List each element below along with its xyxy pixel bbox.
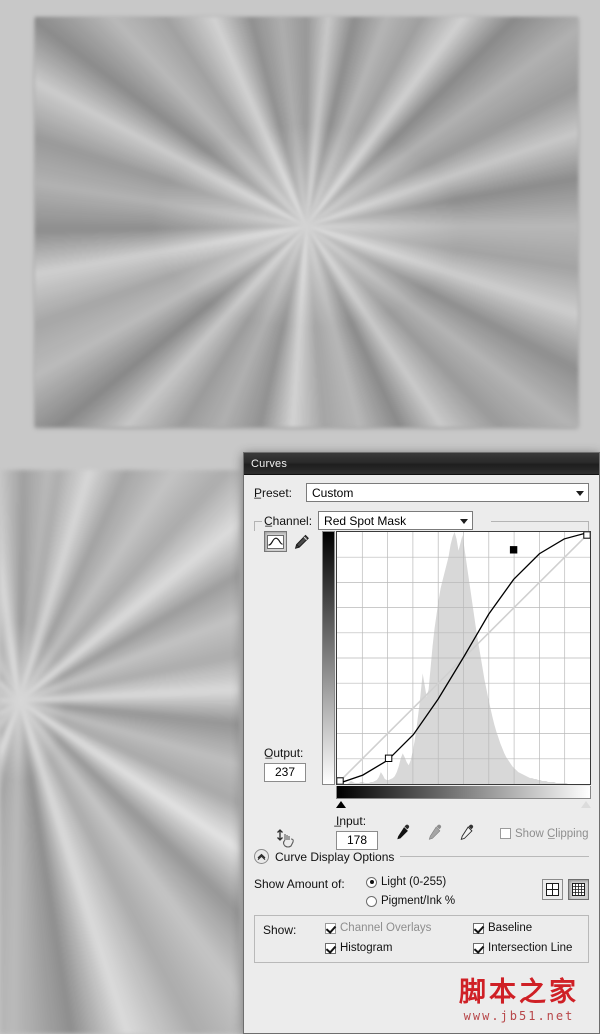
curve-edit-tool-button[interactable]: [264, 531, 287, 552]
checkbox-box: [473, 942, 484, 954]
detailed-grid-button[interactable]: [568, 879, 589, 900]
simple-grid-icon: [546, 883, 559, 896]
input-gradient-bar: [336, 786, 591, 799]
checkbox-histogram-label: Histogram: [340, 942, 393, 954]
channel-label: C̲hannel:: [264, 513, 313, 528]
curve-icon: [267, 534, 284, 549]
groupbox-edge-left: [254, 521, 255, 531]
output-field[interactable]: 237: [264, 763, 306, 782]
chevron-down-icon: [576, 490, 584, 496]
checkbox-baseline-label: Baseline: [488, 922, 533, 934]
dialog-title: Curves: [251, 458, 288, 470]
preset-label: P̲reset:: [254, 485, 293, 500]
white-point-slider[interactable]: [581, 801, 591, 808]
groupbox-rule-right: [491, 521, 589, 522]
radio-button: [366, 876, 377, 888]
dialog-titlebar[interactable]: Curves: [244, 453, 599, 475]
checkbox-intersection-line-label: Intersection Line: [488, 942, 573, 954]
simple-grid-button[interactable]: [542, 879, 563, 900]
preset-row: P̲reset: Custom: [254, 483, 589, 502]
curves-dialog: Curves P̲reset: Custom C̲hannel: Red Spo…: [243, 452, 600, 1034]
checkbox-channel-overlays[interactable]: Channel Overlays: [325, 922, 473, 934]
header-divider: [400, 856, 589, 857]
show-label: Show:: [263, 923, 297, 937]
groupbox-edge-right: [588, 521, 589, 531]
show-amount-of-row: Show Amount of: Light (0-255) Pigment/In…: [254, 876, 589, 907]
preview-image-top: [35, 17, 578, 427]
pencil-draw-tool-button[interactable]: [290, 531, 313, 552]
input-field[interactable]: 178: [336, 831, 378, 850]
on-image-adjust-tool-icon[interactable]: [276, 826, 300, 850]
radio-light[interactable]: Light (0-255): [366, 876, 455, 888]
chevron-down-icon: [460, 518, 469, 524]
checkbox-box: [325, 942, 336, 954]
detailed-grid-icon: [572, 883, 585, 896]
checkbox-baseline[interactable]: Baseline: [473, 922, 580, 934]
channel-value: Red Spot Mask: [324, 513, 407, 528]
curve-plot-svg[interactable]: [337, 532, 590, 784]
output-label: O̲utput:: [264, 746, 304, 760]
preview-image-bottom-left: [0, 470, 240, 1034]
black-point-eyedropper-icon[interactable]: [394, 823, 412, 841]
gray-point-eyedropper-icon[interactable]: [426, 823, 444, 841]
checkbox-intersection-line[interactable]: Intersection Line: [473, 942, 580, 954]
show-clipping-label: Show C̲lipping: [515, 827, 589, 840]
curve-display-options-header[interactable]: Curve Display Options: [254, 849, 589, 864]
channel-row: C̲hannel: Red Spot Mask: [254, 511, 589, 531]
radio-pigment-ink-label: Pigment/Ink %: [381, 895, 456, 907]
radio-light-label: Light (0-255): [381, 876, 447, 888]
checkbox-histogram[interactable]: Histogram: [325, 942, 473, 954]
white-point-eyedropper-icon[interactable]: [458, 823, 476, 841]
input-label: I̲nput:: [336, 814, 367, 828]
radio-button: [366, 895, 377, 907]
curve-plot[interactable]: [336, 531, 591, 785]
groupbox-rule-left: [254, 521, 262, 522]
preset-dropdown[interactable]: Custom: [306, 483, 589, 502]
chevron-up-icon[interactable]: [254, 849, 269, 864]
radio-pigment-ink[interactable]: Pigment/Ink %: [366, 895, 455, 907]
chevron-up-glyph: [257, 853, 266, 860]
checkbox-box: [473, 922, 484, 934]
preset-value: Custom: [312, 485, 354, 500]
checkbox-box: [500, 828, 511, 839]
pencil-icon: [294, 534, 309, 549]
checkbox-channel-overlays-label: Channel Overlays: [340, 922, 432, 934]
show-amount-of-label: Show Amount of:: [254, 877, 345, 891]
output-gradient-bar: [322, 531, 335, 785]
show-options-group: Show: Channel Overlays Baseline Histogra…: [254, 915, 589, 963]
black-point-slider[interactable]: [336, 801, 346, 808]
checkbox-box: [325, 922, 336, 934]
show-clipping-checkbox[interactable]: Show C̲lipping: [500, 828, 589, 840]
channel-dropdown[interactable]: Red Spot Mask: [318, 511, 474, 530]
curve-graph-block: O̲utput: 237 I̲nput: 178 Show C̲lipping: [254, 531, 591, 850]
